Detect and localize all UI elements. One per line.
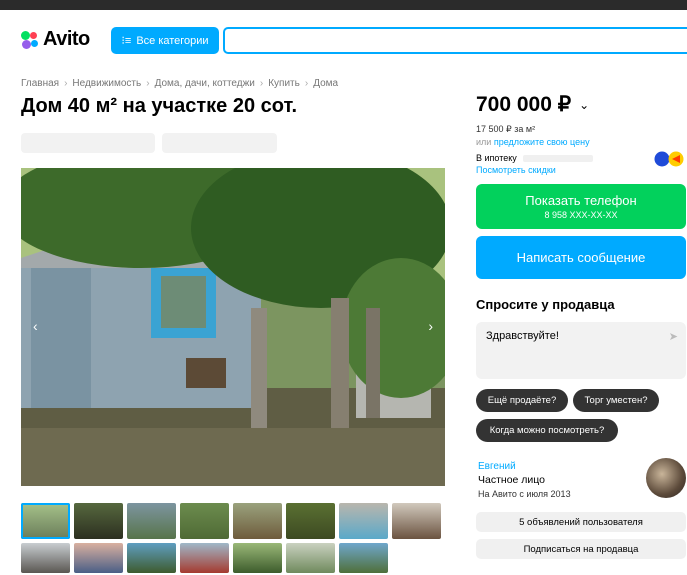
offer-line: или предложите свою цену bbox=[476, 137, 590, 147]
thumbnail[interactable] bbox=[286, 503, 335, 539]
offer-price-link[interactable]: предложите свою цену bbox=[494, 137, 590, 147]
thumbnail[interactable] bbox=[21, 543, 70, 573]
browser-topbar bbox=[0, 0, 687, 10]
logo-text: Avito bbox=[43, 28, 90, 50]
phone-masked: 8 958 XXX-XX-XX bbox=[544, 210, 618, 220]
thumbnail[interactable] bbox=[21, 503, 70, 539]
offer-prefix: или bbox=[476, 137, 492, 147]
quick-question-chip[interactable]: Ещё продаёте? bbox=[476, 389, 568, 412]
bank-logo-icon bbox=[654, 151, 684, 167]
thumbnail[interactable] bbox=[127, 543, 176, 573]
price-value: 700 000 ₽ bbox=[476, 93, 572, 116]
thumbnail[interactable] bbox=[233, 503, 282, 539]
subscribe-seller-button[interactable]: Подписаться на продавца bbox=[476, 539, 686, 559]
write-message-button[interactable]: Написать сообщение bbox=[476, 236, 686, 279]
avatar[interactable] bbox=[646, 458, 686, 498]
thumbnail[interactable] bbox=[339, 503, 388, 539]
seller-since: На Авито с июля 2013 bbox=[478, 489, 571, 499]
all-categories-label: Все категории bbox=[136, 34, 209, 47]
thumbnail[interactable] bbox=[180, 543, 229, 573]
mortgage-placeholder bbox=[522, 154, 593, 162]
quick-question-chip[interactable]: Когда можно посмотреть? bbox=[476, 419, 618, 442]
quick-question-chip[interactable]: Торг уместен? bbox=[573, 389, 659, 412]
message-text: Здравствуйте! bbox=[486, 330, 559, 342]
mortgage-label: В ипотеку bbox=[476, 153, 517, 163]
discounts-link[interactable]: Посмотреть скидки bbox=[476, 165, 556, 175]
show-phone-label: Показать телефон bbox=[525, 193, 637, 208]
all-categories-button[interactable]: ⁝≡ Все категории bbox=[111, 27, 219, 54]
thumbnail[interactable] bbox=[286, 543, 335, 573]
chevron-left-icon[interactable]: ‹ bbox=[33, 318, 38, 334]
send-icon[interactable]: ➤ bbox=[669, 330, 678, 343]
listing-title: Дом 40 м² на участке 20 сот. bbox=[21, 95, 298, 117]
breadcrumb-item[interactable]: Дома, дачи, коттеджи bbox=[155, 78, 255, 89]
thumbnail[interactable] bbox=[392, 503, 441, 539]
seller-ads-button[interactable]: 5 объявлений пользователя bbox=[476, 512, 686, 532]
mortgage-row: В ипотеку bbox=[476, 153, 593, 163]
seller-name[interactable]: Евгений bbox=[478, 461, 516, 472]
breadcrumb-item[interactable]: Недвижимость bbox=[72, 78, 141, 89]
ask-seller-heading: Спросите у продавца bbox=[476, 297, 615, 312]
logo-dots-icon bbox=[21, 30, 39, 49]
show-phone-button[interactable]: Показать телефон 8 958 XXX-XX-XX bbox=[476, 184, 686, 229]
photo-thumbnails bbox=[21, 503, 451, 573]
thumbnail[interactable] bbox=[180, 503, 229, 539]
placeholder-block bbox=[162, 133, 277, 153]
thumbnail[interactable] bbox=[74, 543, 123, 573]
site-header: Avito ⁝≡ Все категории bbox=[0, 10, 687, 68]
breadcrumb: Главная › Недвижимость › Дома, дачи, котте… bbox=[21, 78, 339, 89]
seller-type: Частное лицо bbox=[478, 474, 546, 486]
breadcrumb-item[interactable]: Купить bbox=[268, 78, 300, 89]
chevron-right-icon[interactable]: › bbox=[428, 318, 433, 334]
search-input[interactable] bbox=[223, 27, 687, 54]
thumbnail[interactable] bbox=[233, 543, 282, 573]
message-textarea[interactable]: Здравствуйте! ➤ bbox=[476, 322, 686, 379]
search-icon: ⁝≡ bbox=[121, 35, 132, 47]
thumbnail[interactable] bbox=[127, 503, 176, 539]
price-per-meter: 17 500 ₽ за м² bbox=[476, 124, 536, 134]
thumbnail[interactable] bbox=[74, 503, 123, 539]
breadcrumb-item[interactable]: Главная bbox=[21, 78, 59, 89]
placeholder-block bbox=[21, 133, 155, 153]
avito-logo[interactable]: Avito bbox=[21, 28, 90, 51]
breadcrumb-item[interactable]: Дома bbox=[313, 78, 338, 89]
thumbnail[interactable] bbox=[339, 543, 388, 573]
main-photo[interactable]: ‹ › bbox=[21, 168, 445, 486]
chevron-down-icon[interactable]: ⌄ bbox=[579, 98, 589, 112]
price[interactable]: 700 000 ₽ ⌄ bbox=[476, 92, 589, 117]
